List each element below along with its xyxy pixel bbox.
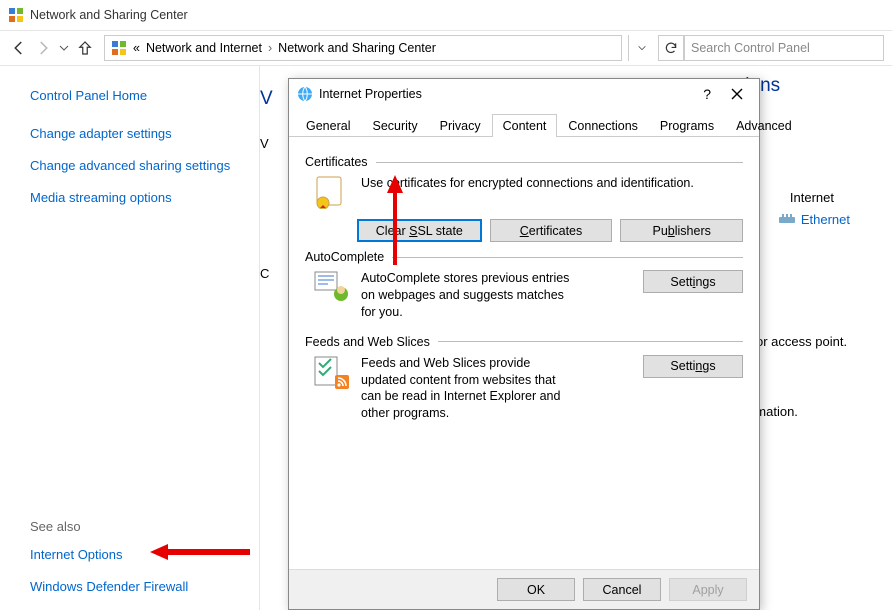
search-input[interactable]: Search Control Panel	[684, 35, 884, 61]
dialog-title: Internet Properties	[319, 87, 691, 101]
feeds-icon	[313, 355, 351, 389]
window-title-bar: Network and Sharing Center	[0, 0, 892, 30]
search-placeholder: Search Control Panel	[691, 41, 810, 55]
tab-privacy[interactable]: Privacy	[429, 114, 492, 137]
chevron-right-icon: ›	[268, 41, 272, 55]
feeds-settings-button[interactable]: Settings	[643, 355, 743, 378]
breadcrumb-item[interactable]: Network and Sharing Center	[278, 41, 436, 55]
breadcrumb: « Network and Internet › Network and Sha…	[133, 41, 436, 55]
ethernet-icon	[779, 214, 795, 226]
refresh-button[interactable]	[658, 35, 684, 61]
chevron-down-icon	[637, 43, 647, 53]
dialog-title-bar: Internet Properties ?	[289, 79, 759, 109]
ok-button[interactable]: OK	[497, 578, 575, 601]
breadcrumb-prefix: «	[133, 41, 140, 55]
link-ethernet[interactable]: Ethernet	[779, 212, 850, 227]
nav-row: « Network and Internet › Network and Sha…	[0, 30, 892, 66]
address-bar[interactable]: « Network and Internet › Network and Sha…	[104, 35, 622, 61]
tab-general[interactable]: General	[295, 114, 361, 137]
peek-heading-left: V	[260, 88, 273, 110]
autocomplete-icon	[313, 270, 351, 304]
feeds-desc: Feeds and Web Slices provide updated con…	[361, 355, 571, 423]
breadcrumb-item[interactable]: Network and Internet	[146, 41, 262, 55]
window-title: Network and Sharing Center	[30, 8, 188, 22]
autocomplete-settings-button[interactable]: Settings	[643, 270, 743, 293]
peek-text: C	[260, 266, 269, 281]
up-button[interactable]	[76, 39, 94, 57]
back-button[interactable]	[10, 39, 28, 57]
tab-programs[interactable]: Programs	[649, 114, 725, 137]
tab-security[interactable]: Security	[361, 114, 428, 137]
forward-button[interactable]	[34, 39, 52, 57]
dialog-body: Certificates Use certificates for encryp…	[289, 137, 759, 567]
autocomplete-desc: AutoComplete stores previous entries on …	[361, 270, 571, 321]
tab-connections[interactable]: Connections	[557, 114, 649, 137]
link-change-advanced-sharing[interactable]: Change advanced sharing settings	[30, 157, 249, 175]
group-feeds: Feeds and Web Slices	[305, 335, 743, 349]
control-panel-icon	[111, 40, 127, 56]
ethernet-label: Ethernet	[801, 212, 850, 227]
certificate-icon	[313, 175, 351, 209]
certificates-button[interactable]: Certificates	[490, 219, 613, 242]
close-button[interactable]	[723, 84, 751, 104]
apply-button: Apply	[669, 578, 747, 601]
tab-content[interactable]: Content	[492, 114, 558, 137]
tab-strip: General Security Privacy Content Connect…	[289, 113, 759, 137]
peek-text: V	[260, 136, 269, 151]
refresh-icon	[664, 41, 678, 55]
link-change-adapter[interactable]: Change adapter settings	[30, 125, 249, 143]
certificates-desc: Use certificates for encrypted connectio…	[361, 175, 694, 209]
close-icon	[731, 88, 743, 100]
link-windows-defender-firewall[interactable]: Windows Defender Firewall	[30, 578, 188, 596]
clear-ssl-state-button[interactable]: Clear SSL state	[357, 219, 482, 242]
link-media-streaming[interactable]: Media streaming options	[30, 189, 249, 207]
publishers-button[interactable]: Publishers	[620, 219, 743, 242]
network-label: Internet	[790, 190, 834, 205]
help-button[interactable]: ?	[691, 86, 723, 102]
link-control-panel-home[interactable]: Control Panel Home	[30, 88, 249, 103]
internet-options-icon	[297, 86, 313, 102]
internet-properties-dialog: Internet Properties ? General Security P…	[288, 78, 760, 610]
tab-advanced[interactable]: Advanced	[725, 114, 803, 137]
group-certificates: Certificates	[305, 155, 743, 169]
annotation-arrow-left	[150, 544, 250, 560]
left-pane: Control Panel Home Change adapter settin…	[0, 66, 260, 610]
group-autocomplete: AutoComplete	[305, 250, 743, 264]
address-dropdown[interactable]	[628, 35, 654, 61]
cancel-button[interactable]: Cancel	[583, 578, 661, 601]
annotation-arrow-up	[385, 175, 405, 265]
see-also-heading: See also	[30, 519, 188, 534]
recent-dropdown[interactable]	[58, 42, 70, 54]
control-panel-icon	[8, 7, 24, 23]
dialog-footer: OK Cancel Apply	[289, 569, 759, 609]
